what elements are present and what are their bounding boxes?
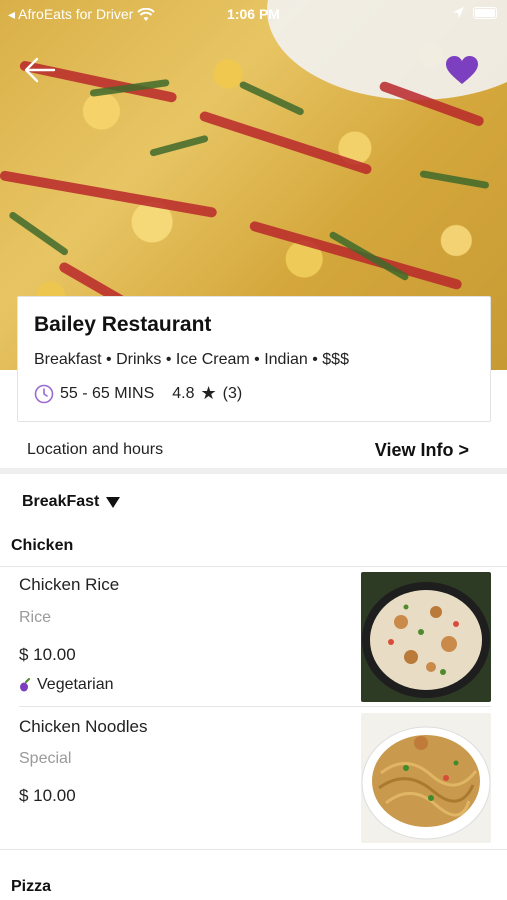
- menu-item-tag-label: Vegetarian: [37, 676, 114, 693]
- location-arrow-icon: [453, 7, 464, 18]
- restaurant-cuisines: Breakfast • Drinks • Ice Cream • Indian …: [34, 351, 349, 368]
- sauce-streak: [248, 220, 463, 291]
- menu-item-chicken-noodles[interactable]: Chicken Noodles Special $ 10.00: [0, 707, 507, 849]
- menu-item-price: $ 10.00: [19, 645, 76, 664]
- delivery-time: 55 - 65 MINS: [60, 384, 155, 402]
- section-title-pizza: Pizza: [11, 878, 52, 895]
- menu-item-name: Chicken Noodles: [19, 717, 148, 736]
- status-right-icons: [452, 6, 497, 19]
- chicken-rice-photo: [361, 572, 491, 702]
- view-info-link[interactable]: View Info >: [375, 440, 469, 461]
- menu-category-dropdown[interactable]: BreakFast: [22, 493, 121, 511]
- sauce-streak: [0, 170, 218, 219]
- herb-leaf: [149, 134, 209, 157]
- eggplant-icon: [20, 678, 30, 692]
- clock-icon: [34, 384, 54, 403]
- rating-value: 4.8: [172, 384, 195, 402]
- menu-item-category: Rice: [19, 609, 52, 626]
- back-arrow-icon[interactable]: [22, 52, 58, 88]
- restaurant-meta: 55 - 65 MINS 4.8 ★ (3): [34, 383, 474, 404]
- herb-leaf: [238, 80, 305, 117]
- location-hours-label: Location and hours: [27, 441, 164, 458]
- location-hours-row: Location and hours View Info >: [0, 428, 507, 472]
- section-divider: [0, 468, 507, 474]
- status-bar: ◂ AfroEats for Driver 1:06 PM: [0, 0, 507, 28]
- battery-icon: [473, 6, 497, 19]
- section-title-chicken: Chicken: [11, 537, 74, 554]
- menu-item-tag: Vegetarian: [19, 676, 114, 694]
- restaurant-info-card: Bailey Restaurant Breakfast • Drinks • I…: [17, 296, 491, 422]
- menu-item-chicken-rice[interactable]: Chicken Rice Rice $ 10.00 Vegetarian: [0, 566, 507, 706]
- menu-item-category: Special: [19, 750, 72, 767]
- herb-leaf: [419, 170, 490, 190]
- herb-leaf: [7, 210, 70, 257]
- menu-item-name: Chicken Rice: [19, 575, 120, 594]
- restaurant-name: Bailey Restaurant: [34, 313, 212, 336]
- menu-category-label: BreakFast: [22, 493, 100, 510]
- heart-icon[interactable]: [445, 55, 479, 85]
- chicken-noodles-photo: [361, 713, 491, 843]
- review-count: (3): [222, 384, 243, 402]
- menu-item-price: $ 10.00: [19, 786, 76, 805]
- status-time: 1:06 PM: [227, 6, 280, 22]
- divider: [0, 849, 507, 850]
- caret-down-icon: [106, 496, 121, 508]
- sauce-streak: [198, 110, 373, 176]
- star-icon: ★: [200, 383, 217, 403]
